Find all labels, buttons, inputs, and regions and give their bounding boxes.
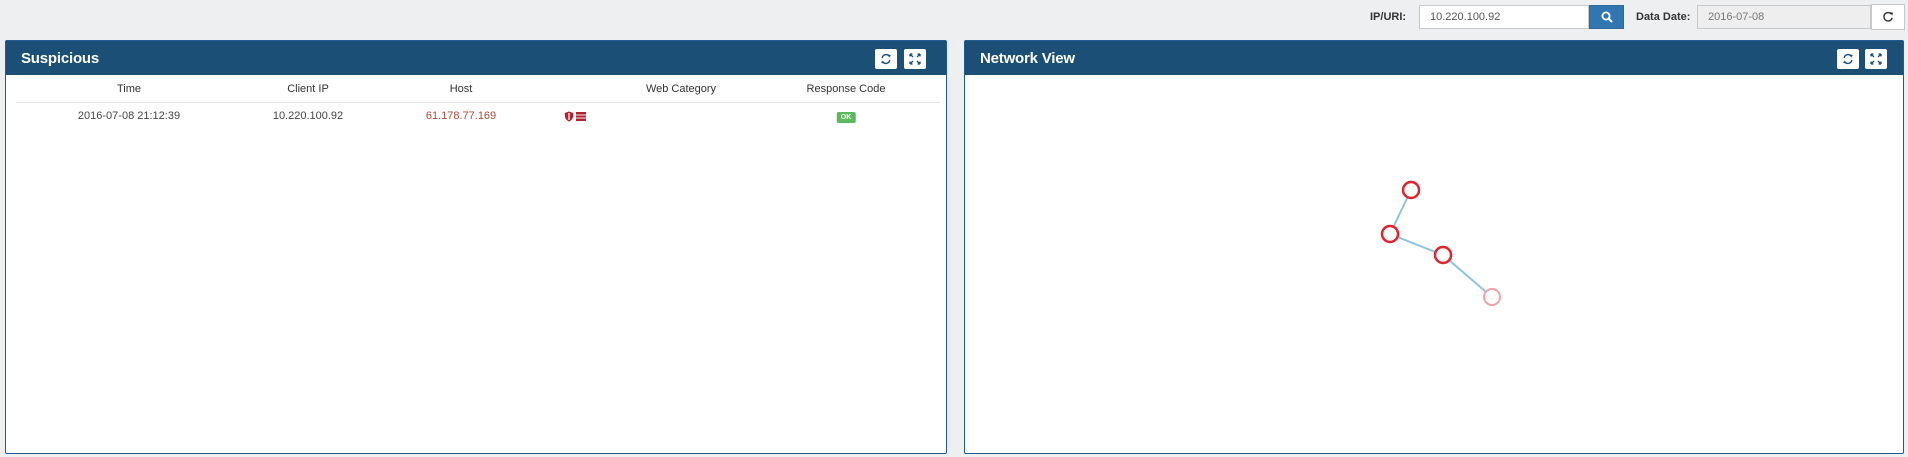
graph-node[interactable]	[1483, 288, 1501, 306]
suspicious-panel-header: Suspicious	[6, 41, 946, 75]
graph-node[interactable]	[1380, 224, 1400, 244]
data-date-label: Data Date:	[1636, 11, 1691, 23]
suspicious-refresh-button[interactable]	[875, 49, 897, 69]
column-header-time[interactable]: Time	[117, 83, 141, 95]
cell-client-ip: 10.220.100.92	[272, 110, 344, 122]
graph-node[interactable]	[1401, 180, 1421, 200]
column-header-response-code[interactable]: Response Code	[807, 83, 886, 95]
expand-icon	[909, 53, 921, 65]
network-view-panel: Network View	[964, 40, 1904, 454]
cell-host[interactable]: 61.178.77.169	[426, 110, 496, 122]
column-header-client-ip[interactable]: Client IP	[287, 83, 329, 95]
graph-node[interactable]	[1433, 245, 1453, 265]
response-code-badge: OK	[836, 112, 856, 123]
column-header-web-category[interactable]: Web Category	[646, 83, 716, 95]
suspicious-panel-title: Suspicious	[21, 50, 100, 67]
host-action-icons	[564, 111, 586, 122]
ip-uri-label: IP/URI:	[1370, 11, 1407, 23]
network-view-expand-button[interactable]	[1865, 49, 1887, 69]
shield-icon[interactable]	[564, 111, 574, 122]
network-graph[interactable]	[965, 75, 1903, 453]
refresh-icon	[881, 53, 891, 65]
data-date-input[interactable]	[1697, 5, 1871, 29]
cell-time: 2016-07-08 21:12:39	[77, 110, 181, 122]
network-view-refresh-button[interactable]	[1837, 49, 1859, 69]
refresh-icon	[1843, 53, 1853, 65]
header-divider	[16, 102, 940, 103]
search-icon	[1601, 11, 1613, 23]
suspicious-panel: Suspicious Time Client IP Host Web Categ…	[5, 40, 947, 454]
refresh-icon	[1883, 11, 1893, 22]
top-toolbar: IP/URI: Data Date:	[0, 0, 1908, 36]
suspicious-expand-button[interactable]	[904, 49, 926, 69]
expand-icon	[1870, 53, 1882, 65]
list-icon[interactable]	[576, 112, 586, 121]
network-view-panel-header: Network View	[965, 41, 1903, 75]
column-header-host[interactable]: Host	[450, 83, 473, 95]
graph-edge	[1442, 254, 1493, 298]
network-view-panel-title: Network View	[980, 50, 1075, 67]
refresh-button[interactable]	[1871, 4, 1905, 30]
ip-uri-input[interactable]	[1419, 5, 1589, 29]
search-button[interactable]	[1589, 5, 1624, 29]
